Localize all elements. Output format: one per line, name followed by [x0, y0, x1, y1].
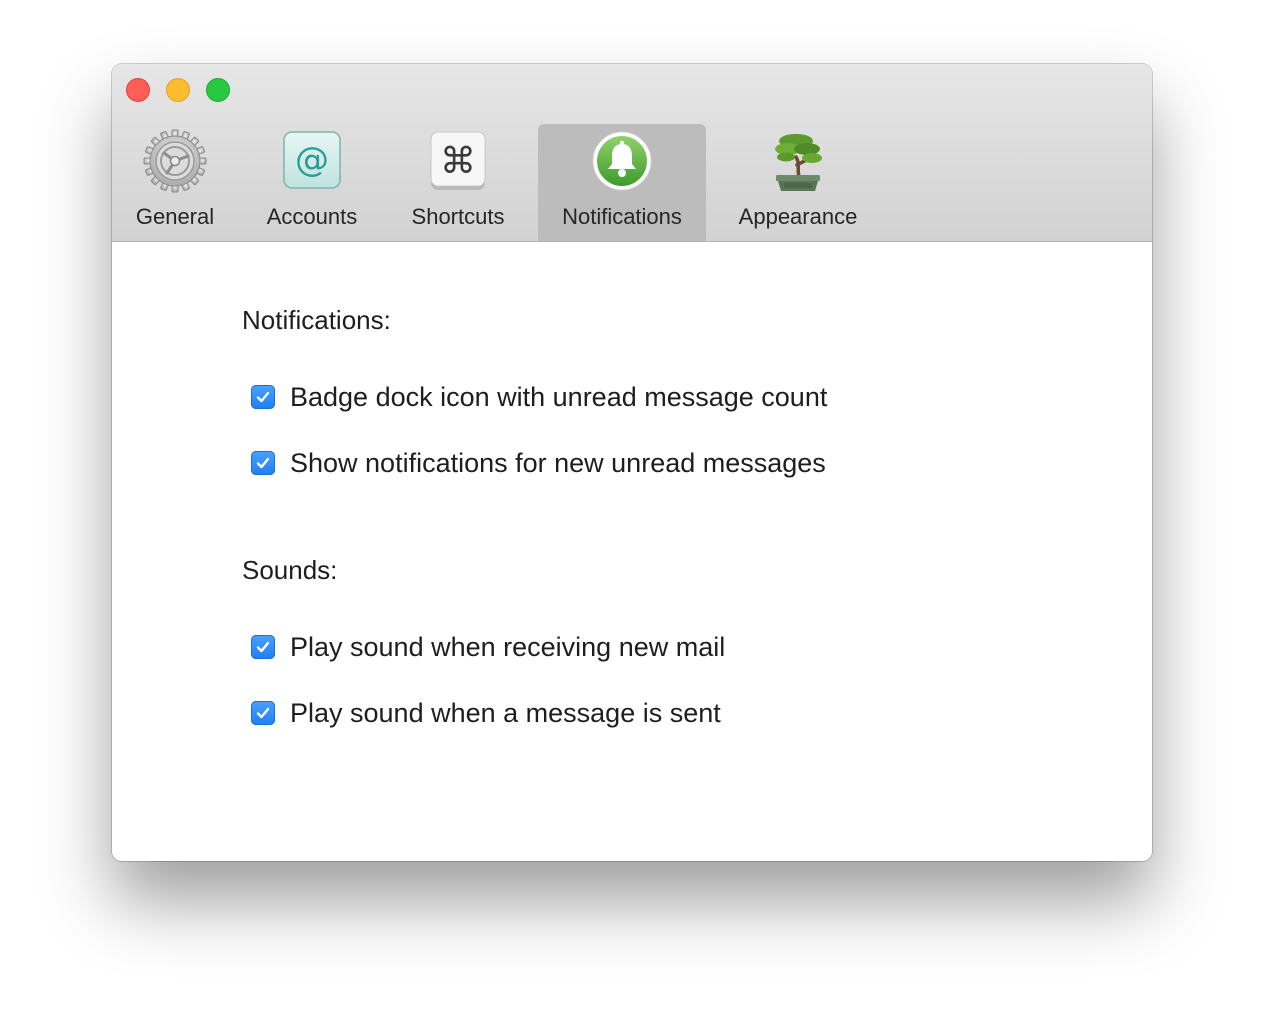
- sound-message-sent-option[interactable]: Play sound when a message is sent: [251, 698, 721, 728]
- notifications-section-title: Notifications:: [242, 305, 391, 335]
- sound-new-mail-checkbox[interactable]: [251, 635, 275, 659]
- tab-accounts[interactable]: @ Accounts: [252, 124, 372, 241]
- svg-text:⌘: ⌘: [440, 141, 476, 182]
- svg-text:@: @: [295, 140, 329, 180]
- option-label: Play sound when receiving new mail: [290, 631, 726, 662]
- badge-dock-icon-option[interactable]: Badge dock icon with unread message coun…: [251, 382, 827, 412]
- preferences-toolbar: General @ Accounts ⌘ Shortcuts Notificat…: [112, 64, 1152, 242]
- minimize-window-button[interactable]: [166, 78, 190, 102]
- preferences-window: General @ Accounts ⌘ Shortcuts Notificat…: [112, 64, 1152, 861]
- gear-icon: [130, 116, 220, 206]
- tab-label: Accounts: [266, 204, 358, 229]
- option-label: Badge dock icon with unread message coun…: [290, 381, 828, 412]
- checkmark-icon: [256, 457, 270, 469]
- tab-general[interactable]: General: [120, 116, 230, 241]
- checkmark-icon: [256, 707, 270, 719]
- option-label: Show notifications for new unread messag…: [290, 447, 826, 478]
- show-notifications-checkbox[interactable]: [251, 451, 275, 475]
- command-key-icon: ⌘: [426, 129, 490, 193]
- desktop-background: General @ Accounts ⌘ Shortcuts Notificat…: [0, 0, 1264, 1022]
- tab-label: Appearance: [738, 204, 858, 229]
- sounds-section-title: Sounds:: [242, 555, 338, 585]
- close-window-button[interactable]: [126, 78, 150, 102]
- tab-appearance[interactable]: Appearance: [724, 124, 872, 241]
- checkmark-icon: [256, 391, 270, 403]
- option-label: Play sound when a message is sent: [290, 697, 721, 728]
- sound-message-sent-checkbox[interactable]: [251, 701, 275, 725]
- bell-icon: [590, 129, 654, 193]
- zoom-window-button[interactable]: [206, 78, 230, 102]
- at-sign-icon: @: [280, 129, 344, 193]
- tab-label: Shortcuts: [411, 204, 505, 229]
- tab-shortcuts[interactable]: ⌘ Shortcuts: [394, 124, 522, 241]
- notifications-pane: Notifications: Badge dock icon with unre…: [112, 242, 1152, 861]
- checkmark-icon: [256, 641, 270, 653]
- show-notifications-option[interactable]: Show notifications for new unread messag…: [251, 448, 826, 478]
- sound-new-mail-option[interactable]: Play sound when receiving new mail: [251, 632, 725, 662]
- bonsai-tree-icon: [766, 129, 830, 193]
- tab-label: Notifications: [562, 204, 682, 229]
- tab-notifications[interactable]: Notifications: [538, 124, 706, 241]
- tab-label: General: [135, 204, 215, 229]
- badge-dock-icon-checkbox[interactable]: [251, 385, 275, 409]
